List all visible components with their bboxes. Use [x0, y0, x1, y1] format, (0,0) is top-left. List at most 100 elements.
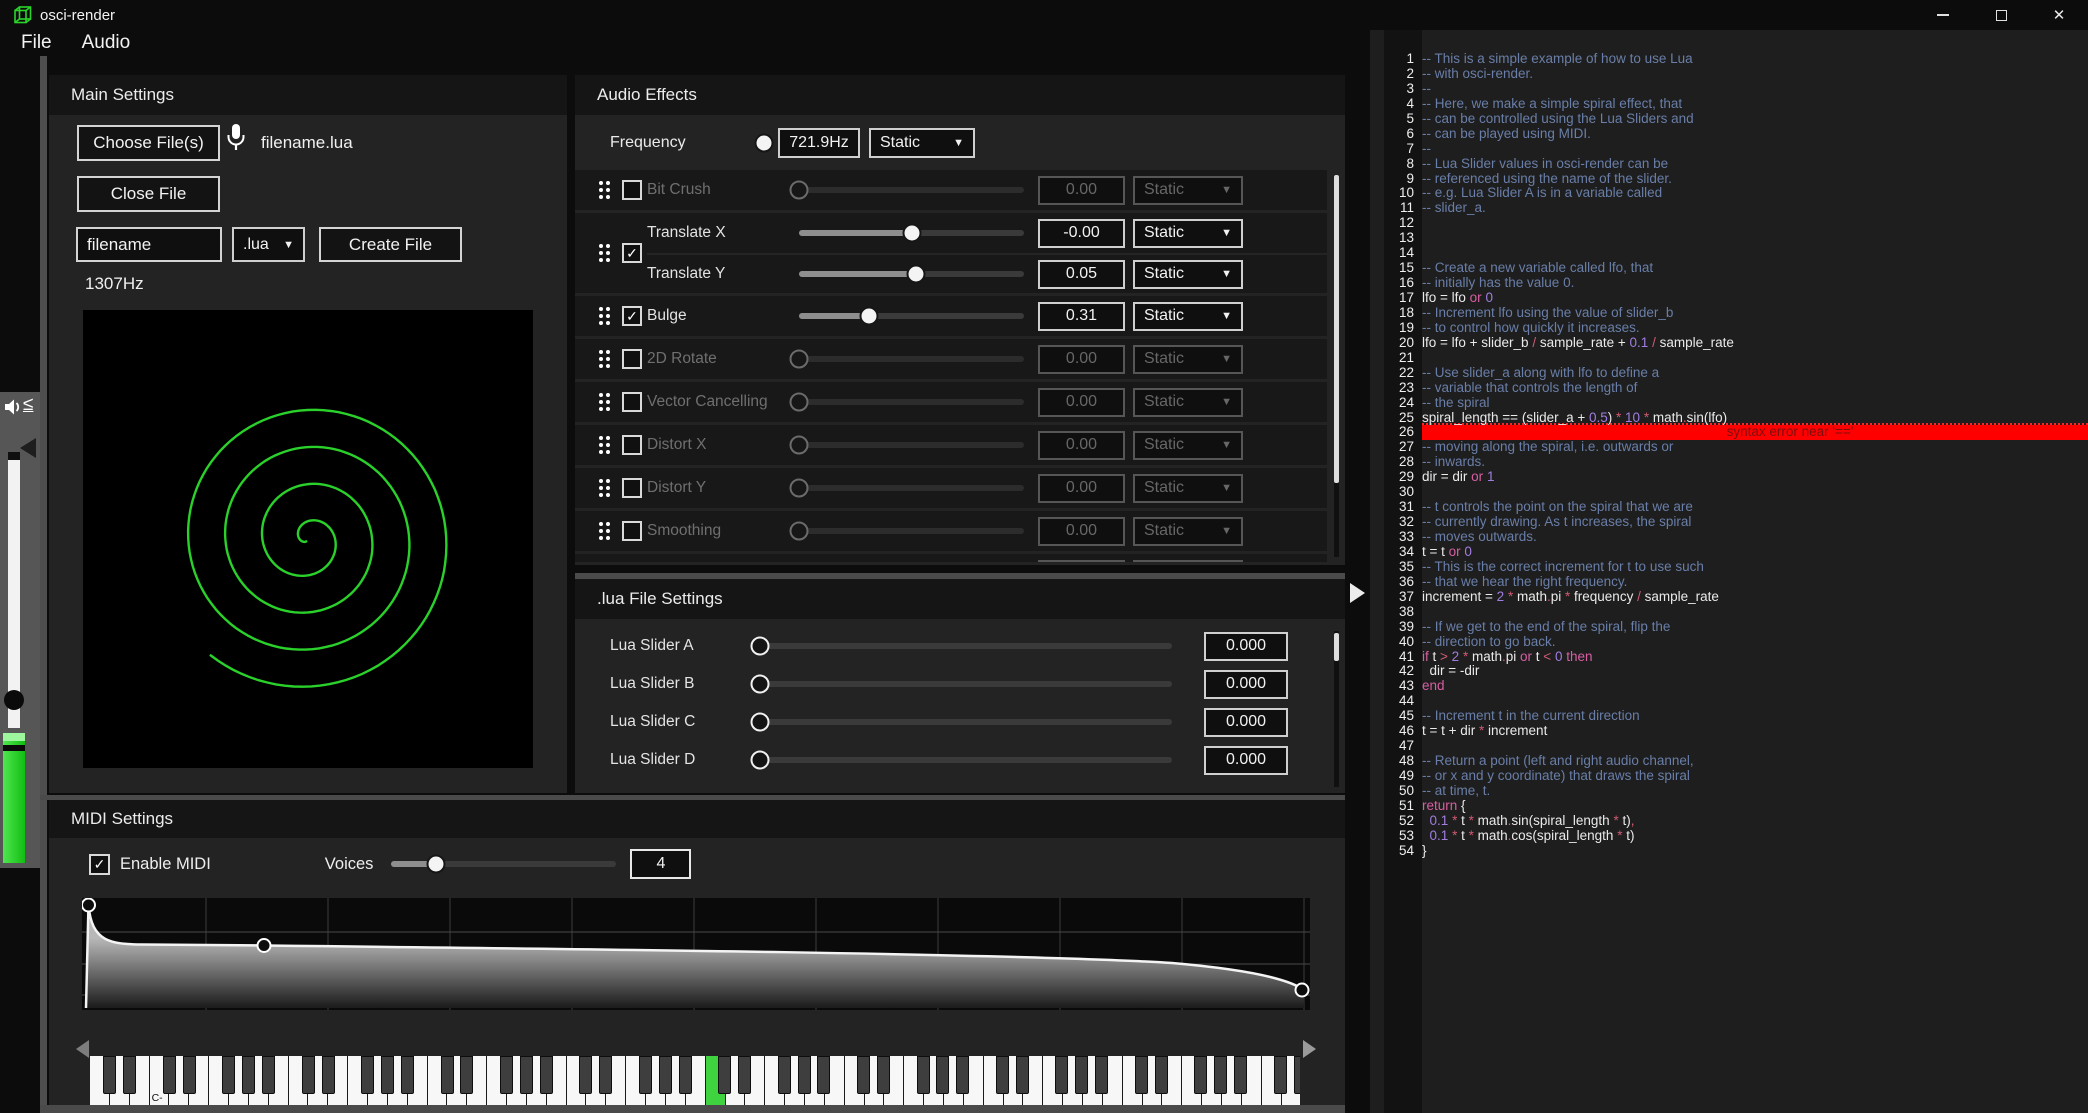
piano-black-key[interactable] — [520, 1056, 533, 1094]
keyboard-scroll-right-icon[interactable] — [1303, 1040, 1316, 1058]
value-box[interactable]: 0.00 — [1038, 431, 1125, 460]
piano-black-key[interactable] — [242, 1056, 255, 1094]
piano-black-key[interactable] — [361, 1056, 374, 1094]
piano-black-key[interactable] — [1294, 1056, 1301, 1094]
slider-thumb[interactable] — [790, 181, 809, 200]
create-file-button[interactable]: Create File — [319, 227, 462, 262]
code-line[interactable]: 6-- can be played using MIDI. — [1370, 127, 2088, 142]
maximize-button[interactable] — [1972, 0, 2030, 30]
piano-black-key[interactable] — [1234, 1056, 1247, 1094]
close-button[interactable]: ✕ — [2030, 0, 2088, 30]
slider-thumb[interactable] — [751, 713, 770, 732]
slider-thumb[interactable] — [790, 436, 809, 455]
code-line[interactable]: 31-- t controls the point on the spiral … — [1370, 500, 2088, 515]
code-line[interactable]: 49-- or x and y coordinate) that draws t… — [1370, 769, 2088, 784]
extension-dropdown[interactable]: .lua▼ — [232, 227, 305, 262]
piano-black-key[interactable] — [599, 1056, 612, 1094]
value-box[interactable]: -0.00 — [1038, 219, 1125, 248]
piano-black-key[interactable] — [1095, 1056, 1108, 1094]
mode-dropdown[interactable]: Static▼ — [1133, 388, 1243, 417]
drag-handle-icon[interactable] — [599, 479, 610, 497]
piano-black-key[interactable] — [956, 1056, 969, 1094]
code-line[interactable]: 16-- initially has the value 0. — [1370, 276, 2088, 291]
piano-black-key[interactable] — [718, 1056, 731, 1094]
slider[interactable] — [760, 757, 1172, 763]
code-line[interactable]: 47 — [1370, 739, 2088, 754]
slider[interactable] — [760, 643, 1172, 649]
code-line[interactable]: 48-- Return a point (left and right audi… — [1370, 754, 2088, 769]
piano-black-key[interactable] — [381, 1056, 394, 1094]
mode-dropdown[interactable]: Static▼ — [1133, 517, 1243, 546]
code-line[interactable]: 43end — [1370, 679, 2088, 694]
code-line[interactable]: 7-- — [1370, 142, 2088, 157]
piano-black-key[interactable] — [222, 1056, 235, 1094]
code-line[interactable]: 46t = t + dir * increment — [1370, 724, 2088, 739]
code-line[interactable]: 28-- inwards. — [1370, 455, 2088, 470]
slider-thumb[interactable] — [859, 307, 878, 326]
slider-thumb[interactable] — [751, 751, 770, 770]
slider-thumb[interactable] — [790, 479, 809, 498]
piano-black-key[interactable] — [302, 1056, 315, 1094]
code-line[interactable]: 52 0.1 * t * math.sin(spiral_length * t)… — [1370, 814, 2088, 829]
volume-slider-track[interactable] — [8, 452, 20, 728]
piano-black-key[interactable] — [877, 1056, 890, 1094]
code-line[interactable]: 3-- — [1370, 82, 2088, 97]
code-line[interactable]: 20lfo = lfo + slider_b / sample_rate + 0… — [1370, 336, 2088, 351]
code-line[interactable]: 40-- direction to go back. — [1370, 635, 2088, 650]
value-box[interactable]: 0.05 — [1038, 260, 1125, 289]
code-line[interactable]: 19-- to control how quickly it increases… — [1370, 321, 2088, 336]
mode-dropdown[interactable]: Static▼ — [1133, 219, 1243, 248]
menu-file[interactable]: File — [6, 32, 67, 54]
mode-dropdown[interactable]: Static▼ — [1133, 345, 1243, 374]
code-line[interactable]: 12 — [1370, 216, 2088, 231]
value-box[interactable]: 0.000 — [1204, 670, 1288, 699]
code-line[interactable]: 39-- If we get to the end of the spiral,… — [1370, 620, 2088, 635]
slider-thumb[interactable] — [751, 637, 770, 656]
piano-black-key[interactable] — [441, 1056, 454, 1094]
piano-black-key[interactable] — [679, 1056, 692, 1094]
piano-black-key[interactable] — [540, 1056, 553, 1094]
slider[interactable] — [799, 271, 1024, 277]
slider-thumb[interactable] — [790, 393, 809, 412]
value-box[interactable]: 0.31 — [1038, 302, 1125, 331]
editor-collapse-arrow[interactable] — [1350, 583, 1365, 603]
piano-black-key[interactable] — [322, 1056, 335, 1094]
slider[interactable] — [799, 485, 1024, 491]
piano-black-key[interactable] — [996, 1056, 1009, 1094]
piano-black-key[interactable] — [183, 1056, 196, 1094]
code-line[interactable]: 23-- variable that controls the length o… — [1370, 381, 2088, 396]
piano-black-key[interactable] — [936, 1056, 949, 1094]
code-line[interactable]: 35-- This is the correct increment for t… — [1370, 560, 2088, 575]
minimize-button[interactable] — [1914, 0, 1972, 30]
slider[interactable] — [760, 719, 1172, 725]
lua-scrollbar-thumb[interactable] — [1334, 633, 1339, 661]
code-line[interactable]: 42 dir = -dir — [1370, 664, 2088, 679]
value-box[interactable]: 0.00 — [1038, 388, 1125, 417]
adsr-envelope[interactable] — [82, 898, 1310, 1010]
slider[interactable] — [799, 187, 1024, 193]
frequency-mode-dropdown[interactable]: Static▼ — [869, 128, 975, 158]
code-line[interactable]: 8-- Lua Slider values in osci-render can… — [1370, 157, 2088, 172]
effects-scrollbar[interactable] — [1334, 175, 1339, 557]
drag-handle-icon[interactable] — [599, 350, 610, 368]
code-line[interactable]: 34t = t or 0 — [1370, 545, 2088, 560]
code-line[interactable]: 26syntax error near '==' — [1370, 425, 2088, 440]
slider[interactable] — [799, 399, 1024, 405]
code-line[interactable]: 14 — [1370, 246, 2088, 261]
piano-black-key[interactable] — [1135, 1056, 1148, 1094]
slider[interactable] — [799, 442, 1024, 448]
value-box[interactable]: 0.00 — [1038, 176, 1125, 205]
slider-thumb[interactable] — [790, 522, 809, 541]
code-line[interactable]: 21 — [1370, 351, 2088, 366]
code-line[interactable]: 32-- currently drawing. As t increases, … — [1370, 515, 2088, 530]
mode-dropdown[interactable]: Static▼ — [1133, 176, 1243, 205]
slider-thumb[interactable] — [427, 855, 446, 874]
effects-scrollbar-thumb[interactable] — [1334, 175, 1339, 483]
code-line[interactable]: 50-- at time, t. — [1370, 784, 2088, 799]
choose-file-button[interactable]: Choose File(s) — [77, 125, 220, 161]
piano-black-key[interactable] — [1194, 1056, 1207, 1094]
code-line[interactable]: 54} — [1370, 844, 2088, 859]
piano-black-key[interactable] — [738, 1056, 751, 1094]
code-line[interactable]: 45-- Increment t in the current directio… — [1370, 709, 2088, 724]
value-box[interactable]: 0.00 — [1038, 474, 1125, 503]
